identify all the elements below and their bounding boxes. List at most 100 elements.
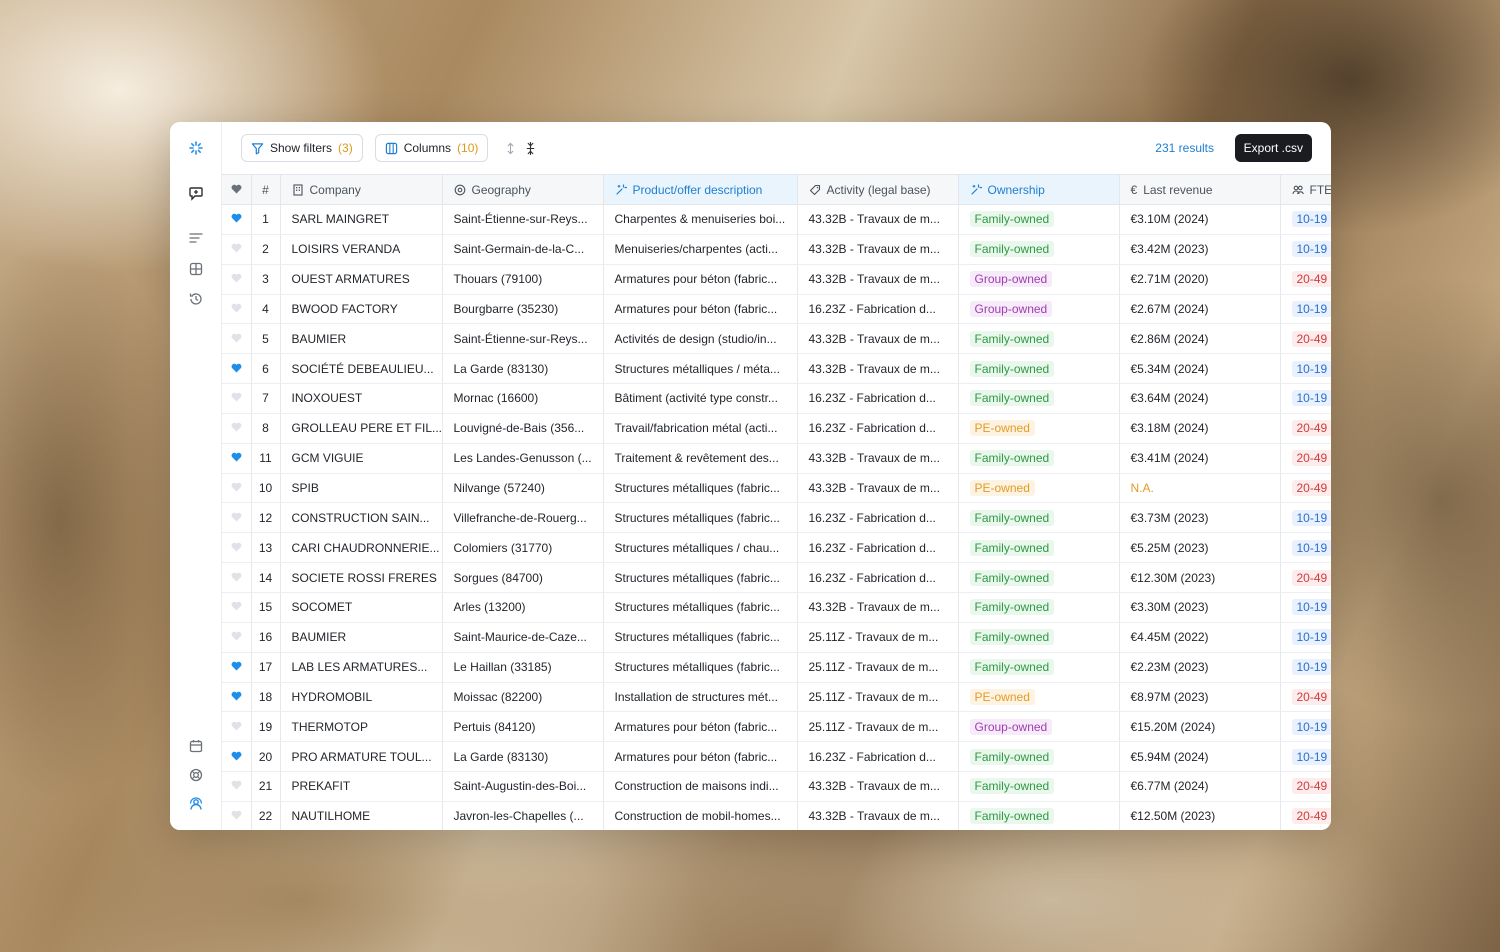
profile-icon[interactable] <box>184 792 208 816</box>
heart-icon[interactable] <box>231 392 242 403</box>
table-row[interactable]: 16 BAUMIER Saint-Maurice-de-Caze... Structu… <box>222 622 1331 653</box>
heart-icon[interactable] <box>231 512 242 522</box>
favorite-cell[interactable] <box>222 443 252 474</box>
table-row[interactable]: 8 GROLLEAU PERE ET FIL... Louvigné-de-Bais… <box>222 413 1331 444</box>
table-row[interactable]: 5 BAUMIER Saint-Étienne-sur-Reys... Activit… <box>222 323 1331 355</box>
favorite-cell[interactable] <box>222 413 252 444</box>
column-header-fte[interactable]: FTE <box>1280 174 1331 205</box>
export-csv-button[interactable]: Export .csv <box>1234 134 1312 162</box>
row-number: 13 <box>251 532 281 564</box>
favorite-cell[interactable] <box>222 711 252 743</box>
favorite-cell[interactable] <box>222 532 252 564</box>
favorite-cell[interactable] <box>222 592 252 623</box>
collapse-rows-icon[interactable] <box>520 138 540 158</box>
heart-icon[interactable] <box>231 303 242 313</box>
table-row[interactable]: 18 HYDROMOBIL Moissac (82200) Installation … <box>222 682 1331 713</box>
table-row[interactable]: 3 OUEST ARMATURES Thouars (79100) Armatures… <box>222 264 1331 295</box>
column-header-number[interactable]: # <box>251 174 281 205</box>
table-row[interactable]: 7 INOXOUEST Mornac (16600) Bâtiment (activi… <box>222 383 1331 414</box>
table-row[interactable]: 21 PREKAFIT Saint-Augustin-des-Boi... Const… <box>222 771 1331 802</box>
table-row[interactable]: 2 LOISIRS VERANDA Saint-Germain-de-la-C...… <box>222 234 1331 265</box>
column-header-product[interactable]: Product/offer description <box>603 174 798 205</box>
heart-icon[interactable] <box>231 542 242 552</box>
chat-icon[interactable] <box>184 181 208 205</box>
favorite-cell[interactable] <box>222 383 252 414</box>
column-header-ownership[interactable]: Ownership <box>958 174 1120 205</box>
ownership-cell: Family-owned <box>958 353 1120 385</box>
support-icon[interactable] <box>184 763 208 787</box>
product-cell: Construction de mobil-homes... <box>603 801 798 830</box>
fte-badge: 10-19 <box>1291 360 1331 377</box>
favorite-cell[interactable] <box>222 264 252 295</box>
table-row[interactable]: 12 CONSTRUCTION SAIN... Villefranche-de-Ro… <box>222 502 1331 534</box>
heart-icon[interactable] <box>231 780 242 790</box>
heart-icon[interactable] <box>231 601 242 611</box>
table-row[interactable]: 15 SOCOMET Arles (13200) Structures métalli… <box>222 592 1331 623</box>
favorite-cell[interactable] <box>222 741 252 773</box>
heart-icon[interactable] <box>231 631 242 641</box>
table-row[interactable]: 17 LAB LES ARMATURES... Le Haillan (33185)… <box>222 652 1331 683</box>
history-icon[interactable] <box>184 287 208 311</box>
favorite-cell[interactable] <box>222 294 252 325</box>
table-row[interactable]: 13 CARI CHAUDRONNERIE... Colomiers (31770)… <box>222 532 1331 564</box>
ownership-badge: Family-owned <box>969 569 1055 586</box>
table-row[interactable]: 1 SARL MAINGRET Saint-Étienne-sur-Reys... C… <box>222 204 1331 235</box>
column-header-favorite[interactable] <box>222 174 252 205</box>
table-row[interactable]: 22 NAUTILHOME Javron-les-Chapelles (... Con… <box>222 801 1331 830</box>
fte-badge: 10-19 <box>1291 241 1331 258</box>
columns-button[interactable]: Columns (10) <box>374 134 489 162</box>
column-header-revenue[interactable]: € Last revenue <box>1119 174 1281 205</box>
column-header-activity-label: Activity (legal base) <box>826 182 931 197</box>
column-header-geography[interactable]: Geography <box>442 174 604 205</box>
favorite-cell[interactable] <box>222 771 252 802</box>
favorite-cell[interactable] <box>222 323 252 355</box>
product-cell: Structures métalliques (fabric... <box>603 502 798 534</box>
table-row[interactable]: 20 PRO ARMATURE TOUL... La Garde (83130) Ar… <box>222 741 1331 773</box>
heart-icon[interactable] <box>231 482 242 492</box>
logo-icon[interactable] <box>184 136 208 160</box>
heart-icon[interactable] <box>231 213 242 223</box>
list-icon[interactable] <box>184 226 208 250</box>
heart-icon[interactable] <box>231 273 242 283</box>
column-header-activity[interactable]: Activity (legal base) <box>797 174 959 205</box>
table-row[interactable]: 19 THERMOTOP Pertuis (84120) Armatures pour… <box>222 711 1331 743</box>
favorite-cell[interactable] <box>222 353 252 385</box>
expand-rows-icon[interactable] <box>500 138 520 158</box>
favorite-cell[interactable] <box>222 204 252 235</box>
favorite-cell[interactable] <box>222 682 252 713</box>
table-row[interactable]: 4 BWOOD FACTORY Bourgbarre (35230) Armature… <box>222 294 1331 325</box>
heart-icon[interactable] <box>231 721 242 731</box>
table-row[interactable]: 6 SOCIÉTÉ DEBEAULIEU... La Garde (83130) St… <box>222 353 1331 385</box>
heart-icon[interactable] <box>231 810 242 820</box>
heart-icon[interactable] <box>231 363 242 373</box>
favorite-cell[interactable] <box>222 622 252 653</box>
favorite-cell[interactable] <box>222 562 252 593</box>
favorite-cell[interactable] <box>222 502 252 534</box>
heart-icon[interactable] <box>231 422 242 432</box>
table-row[interactable]: 10 SPIB Nilvange (57240) Structures métalli… <box>222 473 1331 504</box>
grid-icon[interactable] <box>184 257 208 281</box>
heart-icon[interactable] <box>231 333 242 343</box>
heart-icon[interactable] <box>231 452 242 462</box>
revenue-value: €12.30M (2023) <box>1130 570 1216 585</box>
heart-icon[interactable] <box>231 751 242 761</box>
favorite-cell[interactable] <box>222 234 252 265</box>
ownership-cell: PE-owned <box>958 413 1120 444</box>
table-row[interactable]: 14 SOCIETE ROSSI FRERES Sorgues (84700) Str… <box>222 562 1331 593</box>
show-filters-button[interactable]: Show filters (3) <box>241 134 363 162</box>
heart-icon[interactable] <box>231 661 242 671</box>
heart-icon[interactable] <box>231 572 242 582</box>
favorite-cell[interactable] <box>222 801 252 830</box>
heart-icon[interactable] <box>231 243 242 253</box>
column-header-company[interactable]: Company <box>280 174 443 205</box>
ownership-cell: Family-owned <box>958 801 1120 830</box>
favorite-cell[interactable] <box>222 652 252 683</box>
revenue-value: €2.23M (2023) <box>1130 660 1209 675</box>
heart-icon[interactable] <box>231 691 242 701</box>
calendar-icon[interactable] <box>184 734 208 758</box>
row-number: 3 <box>251 264 281 295</box>
activity-cell: 25.11Z - Travaux de m... <box>797 711 959 743</box>
table-row[interactable]: 11 GCM VIGUIE Les Landes-Genusson (... Trai… <box>222 443 1331 474</box>
fte-cell: 10-19 <box>1280 502 1331 534</box>
favorite-cell[interactable] <box>222 473 252 504</box>
